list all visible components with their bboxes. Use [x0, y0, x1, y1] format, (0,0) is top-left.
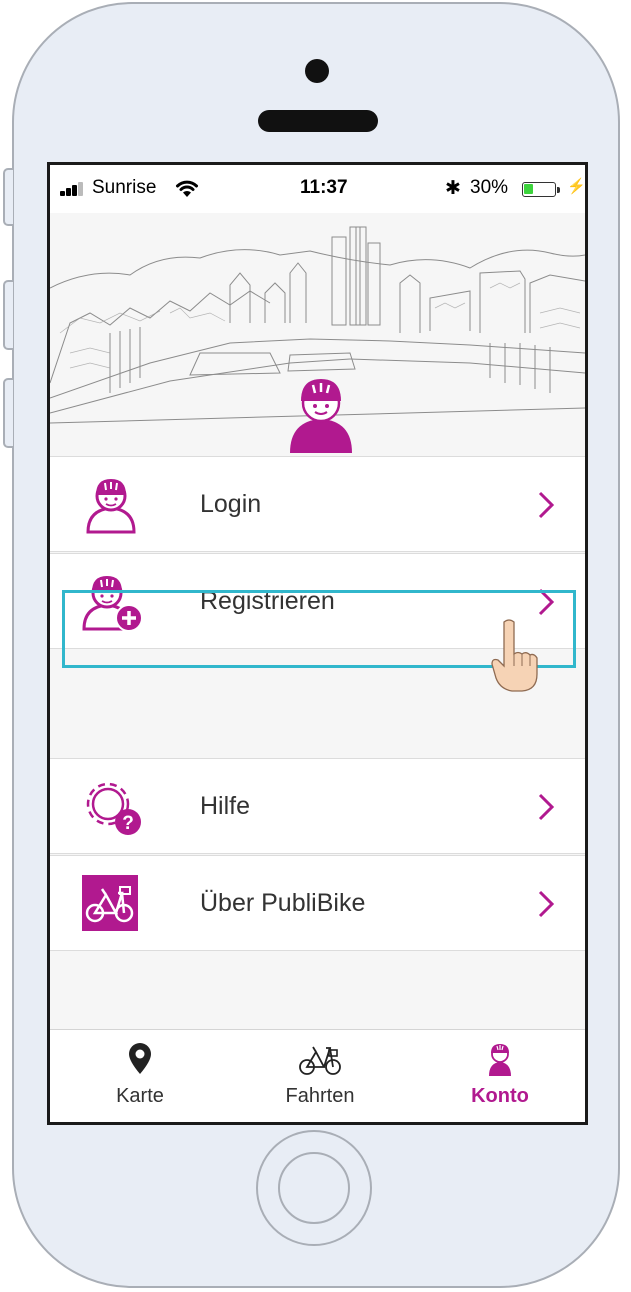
menu-item-login[interactable]: Login — [50, 456, 585, 552]
tab-label: Karte — [116, 1085, 164, 1107]
tab-karte[interactable]: Karte — [80, 1030, 200, 1122]
tab-label: Konto — [471, 1085, 529, 1107]
user-helmet-icon — [489, 1044, 511, 1076]
bluetooth-icon: ✱ — [445, 178, 461, 199]
front-camera — [305, 59, 329, 83]
tap-hand-icon — [491, 619, 538, 692]
charging-icon: ⚡ — [567, 178, 586, 195]
mute-switch — [3, 168, 13, 226]
user-helmet-icon — [86, 479, 136, 534]
chevron-right-icon — [538, 793, 555, 821]
menu-item-label: Über PubliBike — [200, 889, 366, 917]
tab-bar: Karte Fahrten Konto — [50, 1029, 585, 1122]
app-screen: Sunrise 11:37 ✱ 30% ⚡ Login Registrieren… — [47, 162, 588, 1125]
menu-item-help[interactable]: ? Hilfe — [50, 758, 585, 854]
user-avatar-icon — [290, 379, 352, 453]
map-pin-icon — [129, 1043, 151, 1074]
battery-tip — [557, 187, 560, 193]
tab-konto[interactable]: Konto — [440, 1030, 560, 1122]
battery-icon — [522, 182, 556, 197]
status-bar: Sunrise 11:37 ✱ 30% ⚡ — [50, 165, 585, 213]
status-time: 11:37 — [300, 177, 348, 198]
bike-icon — [299, 1046, 341, 1075]
signal-strength-icon — [60, 182, 90, 196]
home-button[interactable] — [256, 1130, 372, 1246]
tab-fahrten[interactable]: Fahrten — [260, 1030, 380, 1122]
battery-percent: 30% — [470, 177, 509, 198]
tab-label: Fahrten — [285, 1085, 355, 1107]
wifi-icon — [176, 180, 198, 197]
carrier-name: Sunrise — [92, 177, 157, 198]
menu-item-label: Hilfe — [200, 792, 251, 820]
volume-down-button — [3, 378, 13, 448]
earpiece-speaker — [258, 110, 378, 132]
chevron-right-icon — [538, 890, 555, 918]
svg-text:?: ? — [122, 813, 134, 834]
menu-item-label: Login — [200, 490, 262, 518]
volume-up-button — [3, 280, 13, 350]
menu-item-about[interactable]: Über PubliBike — [50, 855, 585, 951]
bike-icon — [82, 875, 138, 931]
chevron-right-icon — [538, 491, 555, 519]
gear-help-icon: ? — [86, 782, 141, 835]
header-banner — [50, 213, 585, 456]
